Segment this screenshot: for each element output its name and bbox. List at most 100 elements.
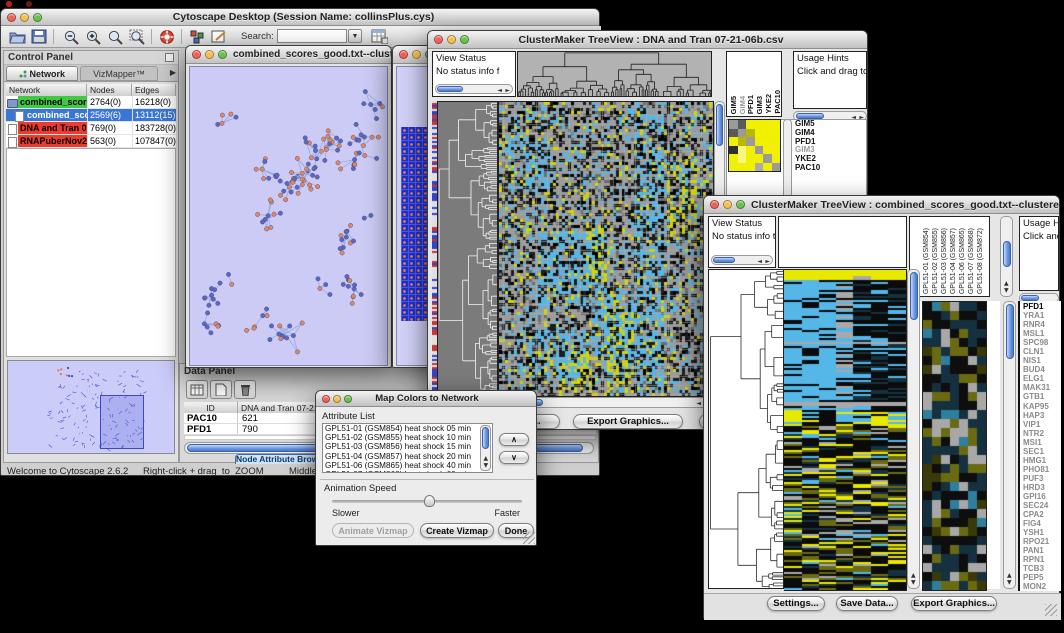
- network-canvas[interactable]: [189, 66, 388, 366]
- export-graphics-button[interactable]: Export Graphics...: [911, 596, 997, 611]
- slider-thumb[interactable]: [424, 495, 435, 507]
- attribute-list-scrollbar[interactable]: ▲▼: [480, 425, 491, 471]
- tab-vizmapper[interactable]: VizMapper™: [80, 66, 158, 81]
- matrix-cell: [738, 154, 747, 163]
- view-status-scrollbar[interactable]: ◄►: [711, 255, 773, 265]
- settings-button[interactable]: Settings...: [767, 596, 825, 611]
- delete-attribute-icon[interactable]: [234, 380, 256, 399]
- zoom-out-icon[interactable]: [61, 27, 81, 46]
- open-session-icon[interactable]: [7, 27, 27, 46]
- close-button[interactable]: [399, 50, 408, 59]
- export-graphics-button[interactable]: Export Graphics...: [573, 414, 683, 429]
- network-view-titlebar[interactable]: combined_scores_good.txt--cluste...: [186, 46, 391, 64]
- minimize-button[interactable]: [333, 395, 341, 403]
- minimize-button[interactable]: [447, 35, 456, 44]
- dialog-titlebar[interactable]: Map Colors to Network: [316, 391, 536, 407]
- search-input[interactable]: [277, 29, 347, 43]
- global-heatmap[interactable]: [498, 101, 714, 397]
- matrix-cell: [763, 137, 772, 146]
- attribute-table-icon[interactable]: [369, 27, 389, 46]
- zoom-heatmap[interactable]: [922, 301, 987, 591]
- minimize-button[interactable]: [20, 13, 29, 22]
- search-dropdown-button[interactable]: ▼: [348, 29, 362, 43]
- matrix-cell: [746, 129, 755, 138]
- minimize-button[interactable]: [412, 50, 421, 59]
- animation-speed-slider[interactable]: [332, 500, 522, 503]
- attribute-list-item[interactable]: GPL51-07 (GSM868) heat shock 60 min: [323, 470, 492, 473]
- attribute-list-item[interactable]: GPL51-03 (GSM856) heat shock 15 min: [323, 442, 492, 451]
- network-nodes-count: 563(0): [87, 135, 132, 147]
- network-list-row[interactable]: RNAPuberNov2+!563(0)107847(0): [6, 135, 176, 148]
- annotation-icon[interactable]: [209, 27, 229, 46]
- zoom-vscrollbar[interactable]: ▲▼: [1003, 301, 1016, 589]
- gene-tree-dendrogram[interactable]: [708, 269, 784, 589]
- network-list-row[interactable]: DNA and Tran 07769(0)183728(0): [6, 122, 176, 135]
- gene-label: RPO21: [1023, 537, 1061, 546]
- column-label: GPL51-04 (GSM857): [950, 228, 957, 294]
- view-status-scrollbar[interactable]: ◄►: [435, 84, 513, 94]
- labels-vscrollbar[interactable]: ▲▼: [1000, 216, 1013, 297]
- view-status-label: View Status: [433, 52, 515, 65]
- create-vizmapbutton[interactable]: Create Vizmap: [420, 523, 494, 538]
- close-button[interactable]: [192, 50, 201, 59]
- global-heatmap[interactable]: [784, 269, 907, 591]
- float-panel-icon[interactable]: [165, 53, 174, 62]
- close-button[interactable]: [710, 200, 719, 209]
- attribute-listbox[interactable]: GPL51-01 (GSM854) heat shock 05 minGPL51…: [322, 423, 493, 473]
- matrix-cell: [746, 137, 755, 146]
- array-tree-area[interactable]: [778, 216, 907, 268]
- save-data-button[interactable]: Save Data...: [836, 596, 898, 611]
- move-down-button[interactable]: ∨: [499, 451, 529, 464]
- attribute-list-item[interactable]: GPL51-06 (GSM865) heat shock 40 min: [323, 461, 492, 470]
- zoom-heatmap-matrix[interactable]: [728, 119, 781, 172]
- attribute-list-item[interactable]: GPL51-01 (GSM854) heat shock 05 min: [323, 424, 492, 433]
- gene-tree-dendrogram[interactable]: [437, 101, 498, 395]
- zoom-button[interactable]: [736, 200, 745, 209]
- usage-hints-text: Click and drag to: [794, 65, 866, 78]
- minimize-button[interactable]: [205, 50, 214, 59]
- treeview1-titlebar[interactable]: ClusterMaker TreeView : DNA and Tran 07-…: [428, 31, 867, 49]
- select-attributes-icon[interactable]: [186, 380, 208, 399]
- attribute-list-item[interactable]: GPL51-04 (GSM857) heat shock 20 min: [323, 452, 492, 461]
- tab-network[interactable]: Network: [6, 66, 78, 81]
- zoom-fit-icon[interactable]: [105, 27, 125, 46]
- resize-grip[interactable]: [1045, 604, 1057, 616]
- close-button[interactable]: [322, 395, 330, 403]
- zoom-in-icon[interactable]: [83, 27, 103, 46]
- main-titlebar[interactable]: Cytoscape Desktop (Session Name: collins…: [1, 9, 599, 26]
- animate-vizmapbutton[interactable]: Animate Vizmap: [332, 523, 414, 538]
- control-panel-title: Control Panel: [8, 52, 73, 63]
- dialog-title: Map Colors to Network: [358, 393, 536, 404]
- network-tree-area[interactable]: [6, 148, 176, 357]
- zoom-column-labels-panel: GIM5GIM4PFD1GIM3YKE2PAC10: [726, 51, 782, 117]
- close-button[interactable]: [7, 13, 16, 22]
- treeview2-titlebar[interactable]: ClusterMaker TreeView : combined_scores_…: [704, 196, 1059, 214]
- help-ring-icon[interactable]: [157, 27, 177, 46]
- gene-label: YSH1: [1023, 528, 1061, 537]
- network-overview-panel[interactable]: [7, 360, 175, 454]
- move-up-button[interactable]: ∧: [499, 433, 529, 446]
- vizmapper-icon[interactable]: [187, 27, 207, 46]
- new-attribute-icon[interactable]: [210, 380, 232, 399]
- minimize-button[interactable]: [723, 200, 732, 209]
- zoom-button[interactable]: [344, 395, 352, 403]
- zoom-gene-labels: PFD1YRA1RNR4MSL1SPC98CLN1NIS1BUD4ELG1MAK…: [1020, 301, 1061, 592]
- save-session-icon[interactable]: [29, 27, 49, 46]
- network-list-row[interactable]: combined_sco2569(6)13112(15): [6, 109, 176, 122]
- zoom-button[interactable]: [33, 13, 42, 22]
- close-button[interactable]: [434, 35, 443, 44]
- zoom-selected-icon[interactable]: [127, 27, 147, 46]
- resize-grip[interactable]: [523, 532, 535, 544]
- network-list-row[interactable]: combined_scores2764(0)16218(0): [6, 96, 176, 109]
- overview-viewport-rect[interactable]: [100, 395, 144, 449]
- control-panel: Control Panel Network VizMapper™ ▶ Netwo…: [3, 50, 179, 463]
- zoom-button[interactable]: [218, 50, 227, 59]
- attribute-list-item[interactable]: GPL51-02 (GSM855) heat shock 10 min: [323, 433, 492, 442]
- matrix-cell: [772, 120, 781, 129]
- tab-overflow-arrow[interactable]: ▶: [170, 68, 176, 77]
- menubar-dot2-icon: [26, 1, 32, 7]
- global-vscrollbar[interactable]: ▲▼: [907, 269, 920, 589]
- array-tree-dendrogram[interactable]: [517, 51, 712, 97]
- zoom-button[interactable]: [460, 35, 469, 44]
- node-attribute-browser-tab[interactable]: Node Attribute Brows: [235, 454, 319, 464]
